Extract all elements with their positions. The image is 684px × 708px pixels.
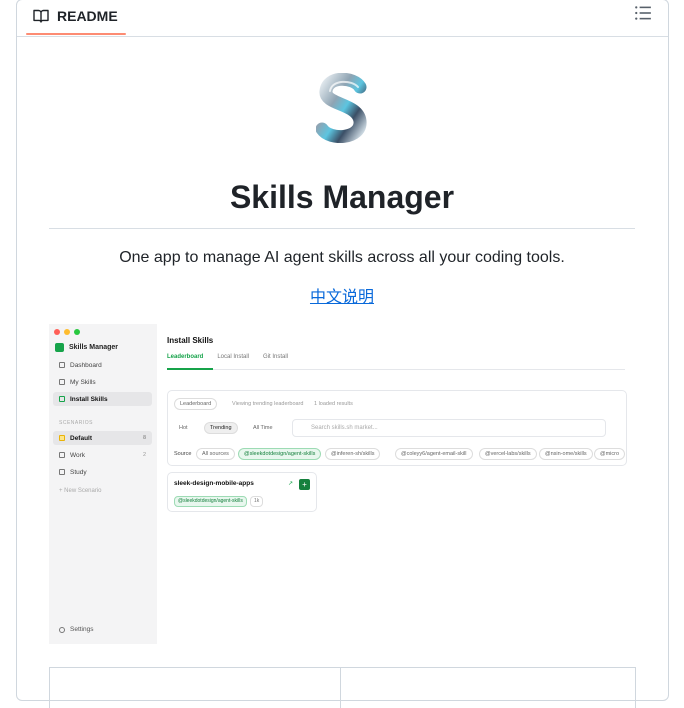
- readme-tab-label: README: [57, 8, 118, 24]
- scenario-work: Work 2: [53, 448, 152, 462]
- sidebar-item-my-skills: My Skills: [53, 375, 152, 389]
- skill-card-title: sleek-design-mobile-apps: [174, 480, 254, 487]
- active-tab-indicator: [26, 33, 126, 35]
- source-micro: @micro: [594, 448, 626, 460]
- source-inferen: @inferen-sh/skills: [325, 448, 381, 460]
- source-sleekdotdesign: @sleekdotdesign/agent-skills: [238, 448, 322, 460]
- source-all: All sources: [196, 448, 235, 460]
- screenshot-tabs: Leaderboard Local Install Git Install: [167, 354, 288, 360]
- app-badge-icon: [55, 343, 64, 352]
- screenshot-page-title: Install Skills: [167, 336, 214, 345]
- external-link-icon: ↗: [288, 481, 294, 487]
- folder-icon: [59, 435, 65, 441]
- briefcase-icon: [59, 452, 65, 458]
- sidebar-item-dashboard: Dashboard: [53, 358, 152, 372]
- active-tab-underline: [167, 368, 213, 370]
- sidebar-app-name: Skills Manager: [55, 343, 118, 352]
- leaderboard-pill: Leaderboard: [174, 398, 218, 410]
- description: One app to manage AI agent skills across…: [119, 249, 565, 266]
- readme-container: README Skills Manager One app to manage …: [16, 0, 669, 708]
- loaded-note: 1 loaded results: [314, 401, 353, 407]
- page-title: Skills Manager: [229, 179, 455, 215]
- chinese-readme-link[interactable]: 中文说明: [310, 289, 374, 306]
- screenshot-sidebar: Skills Manager Dashboard My Skills Insta…: [49, 324, 157, 644]
- layers-icon: [59, 379, 65, 385]
- readme-tab[interactable]: README: [33, 4, 118, 28]
- sidebar-item-install-skills: Install Skills: [53, 392, 152, 406]
- app-screenshot: Skills Manager Dashboard My Skills Insta…: [49, 324, 635, 644]
- tabs-divider: [167, 369, 625, 370]
- install-skill-button: +: [299, 479, 310, 490]
- filter-all-time: All Time: [253, 425, 273, 431]
- scenario-study: Study: [53, 465, 152, 479]
- new-scenario: + New Scenario: [59, 488, 102, 494]
- download-icon: [59, 396, 65, 402]
- market-search-input: Search skills.sh market...: [292, 419, 606, 437]
- window-minimize-dot: [64, 329, 70, 335]
- gear-icon: [59, 626, 65, 633]
- source-coleyy6: @coleyy6/agent-email-skill: [395, 448, 473, 460]
- viewing-note: Viewing trending leaderboard: [232, 401, 304, 407]
- grid-icon: [59, 362, 65, 368]
- title-divider: [49, 228, 635, 229]
- book-icon: [33, 9, 49, 23]
- list-icon[interactable]: [634, 4, 652, 22]
- s-logo-icon: [316, 73, 367, 143]
- source-label: Source: [174, 451, 192, 457]
- window-zoom-dot: [74, 329, 80, 335]
- readme-header: README: [17, 0, 668, 37]
- skill-card-installs: 1k: [250, 496, 264, 507]
- source-nsin-ome: @nsin-ome/skills: [539, 448, 593, 460]
- table-column-divider: [340, 668, 341, 708]
- screenshot-main: Install Skills Leaderboard Local Install…: [157, 324, 635, 644]
- source-vercel-labs: @vercel-labs/skills: [479, 448, 537, 460]
- leaderboard-panel: Leaderboard Viewing trending leaderboard…: [167, 390, 627, 466]
- window-close-dot: [54, 329, 60, 335]
- sidebar-section-label: SCENARIOS: [59, 420, 93, 426]
- tab-local-install: Local Install: [217, 354, 250, 360]
- skill-card-source-tag: @sleekdotdesign/agent-skills: [174, 496, 247, 507]
- filter-trending: Trending: [204, 422, 238, 434]
- scenario-default: Default 8: [53, 431, 152, 445]
- tab-git-install: Git Install: [263, 354, 289, 360]
- skill-card: sleek-design-mobile-apps ↗ + @sleekdotde…: [167, 472, 317, 512]
- sidebar-settings: Settings: [59, 626, 94, 633]
- readme-table: [49, 667, 636, 708]
- filter-hot: Hot: [179, 425, 188, 431]
- book-icon: [59, 469, 65, 475]
- tab-leaderboard: Leaderboard: [167, 354, 204, 360]
